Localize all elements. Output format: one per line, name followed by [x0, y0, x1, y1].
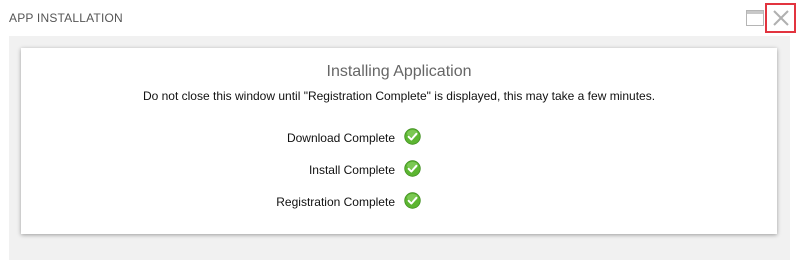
- warning-note: Do not close this window until "Registra…: [142, 89, 656, 103]
- step-registration: Registration Complete: [21, 192, 777, 212]
- progress-card: Installing Application Do not close this…: [21, 48, 777, 234]
- step-download: Download Complete: [21, 128, 777, 148]
- maximize-icon: [746, 10, 764, 26]
- close-button[interactable]: [765, 3, 796, 33]
- check-circle-icon: [404, 128, 421, 145]
- window-title: APP INSTALLATION: [9, 11, 123, 25]
- title-bar: APP INSTALLATION: [0, 0, 799, 36]
- step-label: Install Complete: [308, 163, 395, 177]
- installation-dialog: APP INSTALLATION Installing Application …: [0, 0, 799, 268]
- check-circle-icon: [404, 160, 421, 177]
- maximize-button[interactable]: [746, 10, 764, 26]
- dialog-body: Installing Application Do not close this…: [9, 36, 790, 260]
- step-label: Download Complete: [286, 131, 395, 145]
- step-install: Install Complete: [21, 160, 777, 180]
- check-circle-icon: [404, 192, 421, 209]
- installing-heading: Installing Application: [326, 63, 472, 80]
- step-label: Registration Complete: [276, 195, 395, 209]
- close-icon: [773, 10, 789, 26]
